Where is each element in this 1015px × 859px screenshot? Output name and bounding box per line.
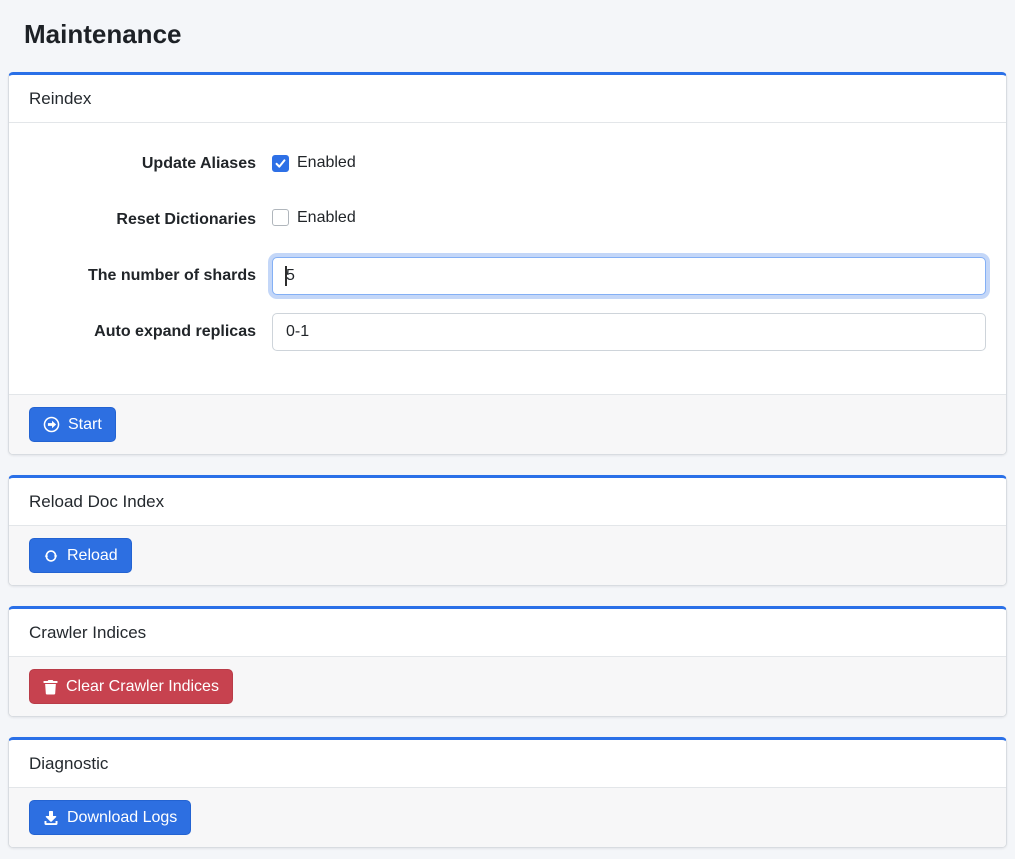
update-aliases-checkbox-wrap[interactable]: Enabled (272, 154, 356, 172)
diagnostic-card-title: Diagnostic (29, 754, 108, 773)
page-title: Maintenance (0, 0, 1015, 50)
form-row-number-of-shards: The number of shards (29, 257, 986, 295)
content-area: Reindex Update Aliases Enabled Reset Dic… (0, 72, 1015, 848)
form-row-auto-expand-replicas: Auto expand replicas (29, 313, 986, 351)
sync-icon (43, 548, 59, 564)
update-aliases-checkbox-label: Enabled (297, 154, 356, 172)
trash-icon (43, 679, 58, 695)
arrow-circle-right-icon (43, 416, 60, 433)
reset-dictionaries-checkbox-wrap[interactable]: Enabled (272, 209, 356, 227)
start-button[interactable]: Start (29, 407, 116, 442)
update-aliases-label: Update Aliases (29, 155, 272, 173)
clear-crawler-indices-button[interactable]: Clear Crawler Indices (29, 669, 233, 704)
reindex-card-title: Reindex (29, 89, 91, 108)
diagnostic-card-footer: Download Logs (9, 788, 1006, 847)
reset-dictionaries-label: Reset Dictionaries (29, 211, 272, 229)
crawler-indices-card-header: Crawler Indices (9, 609, 1006, 657)
reindex-card: Reindex Update Aliases Enabled Reset Dic… (8, 72, 1007, 455)
reload-doc-index-card-title: Reload Doc Index (29, 492, 164, 511)
crawler-indices-card-title: Crawler Indices (29, 623, 146, 642)
form-row-reset-dictionaries: Reset Dictionaries Enabled (29, 201, 986, 239)
reload-button[interactable]: Reload (29, 538, 132, 573)
auto-expand-replicas-label: Auto expand replicas (29, 323, 272, 341)
download-logs-button[interactable]: Download Logs (29, 800, 191, 835)
reset-dictionaries-checkbox[interactable] (272, 209, 289, 226)
check-icon (275, 158, 286, 169)
text-cursor (285, 266, 287, 286)
reindex-card-header: Reindex (9, 75, 1006, 123)
reload-doc-index-card-header: Reload Doc Index (9, 478, 1006, 526)
reindex-card-body: Update Aliases Enabled Reset Dictionarie… (9, 123, 1006, 394)
number-of-shards-input[interactable] (272, 257, 986, 295)
form-row-update-aliases: Update Aliases Enabled (29, 145, 986, 183)
download-icon (43, 810, 59, 826)
crawler-indices-card: Crawler Indices Clear Crawler Indices (8, 606, 1007, 717)
reload-doc-index-card: Reload Doc Index Reload (8, 475, 1007, 586)
update-aliases-checkbox[interactable] (272, 155, 289, 172)
reload-doc-index-card-footer: Reload (9, 526, 1006, 585)
diagnostic-card: Diagnostic Download Logs (8, 737, 1007, 848)
number-of-shards-label: The number of shards (29, 267, 272, 285)
reset-dictionaries-checkbox-label: Enabled (297, 209, 356, 227)
auto-expand-replicas-input[interactable] (272, 313, 986, 351)
reindex-card-footer: Start (9, 394, 1006, 454)
crawler-indices-card-footer: Clear Crawler Indices (9, 657, 1006, 716)
diagnostic-card-header: Diagnostic (9, 740, 1006, 788)
